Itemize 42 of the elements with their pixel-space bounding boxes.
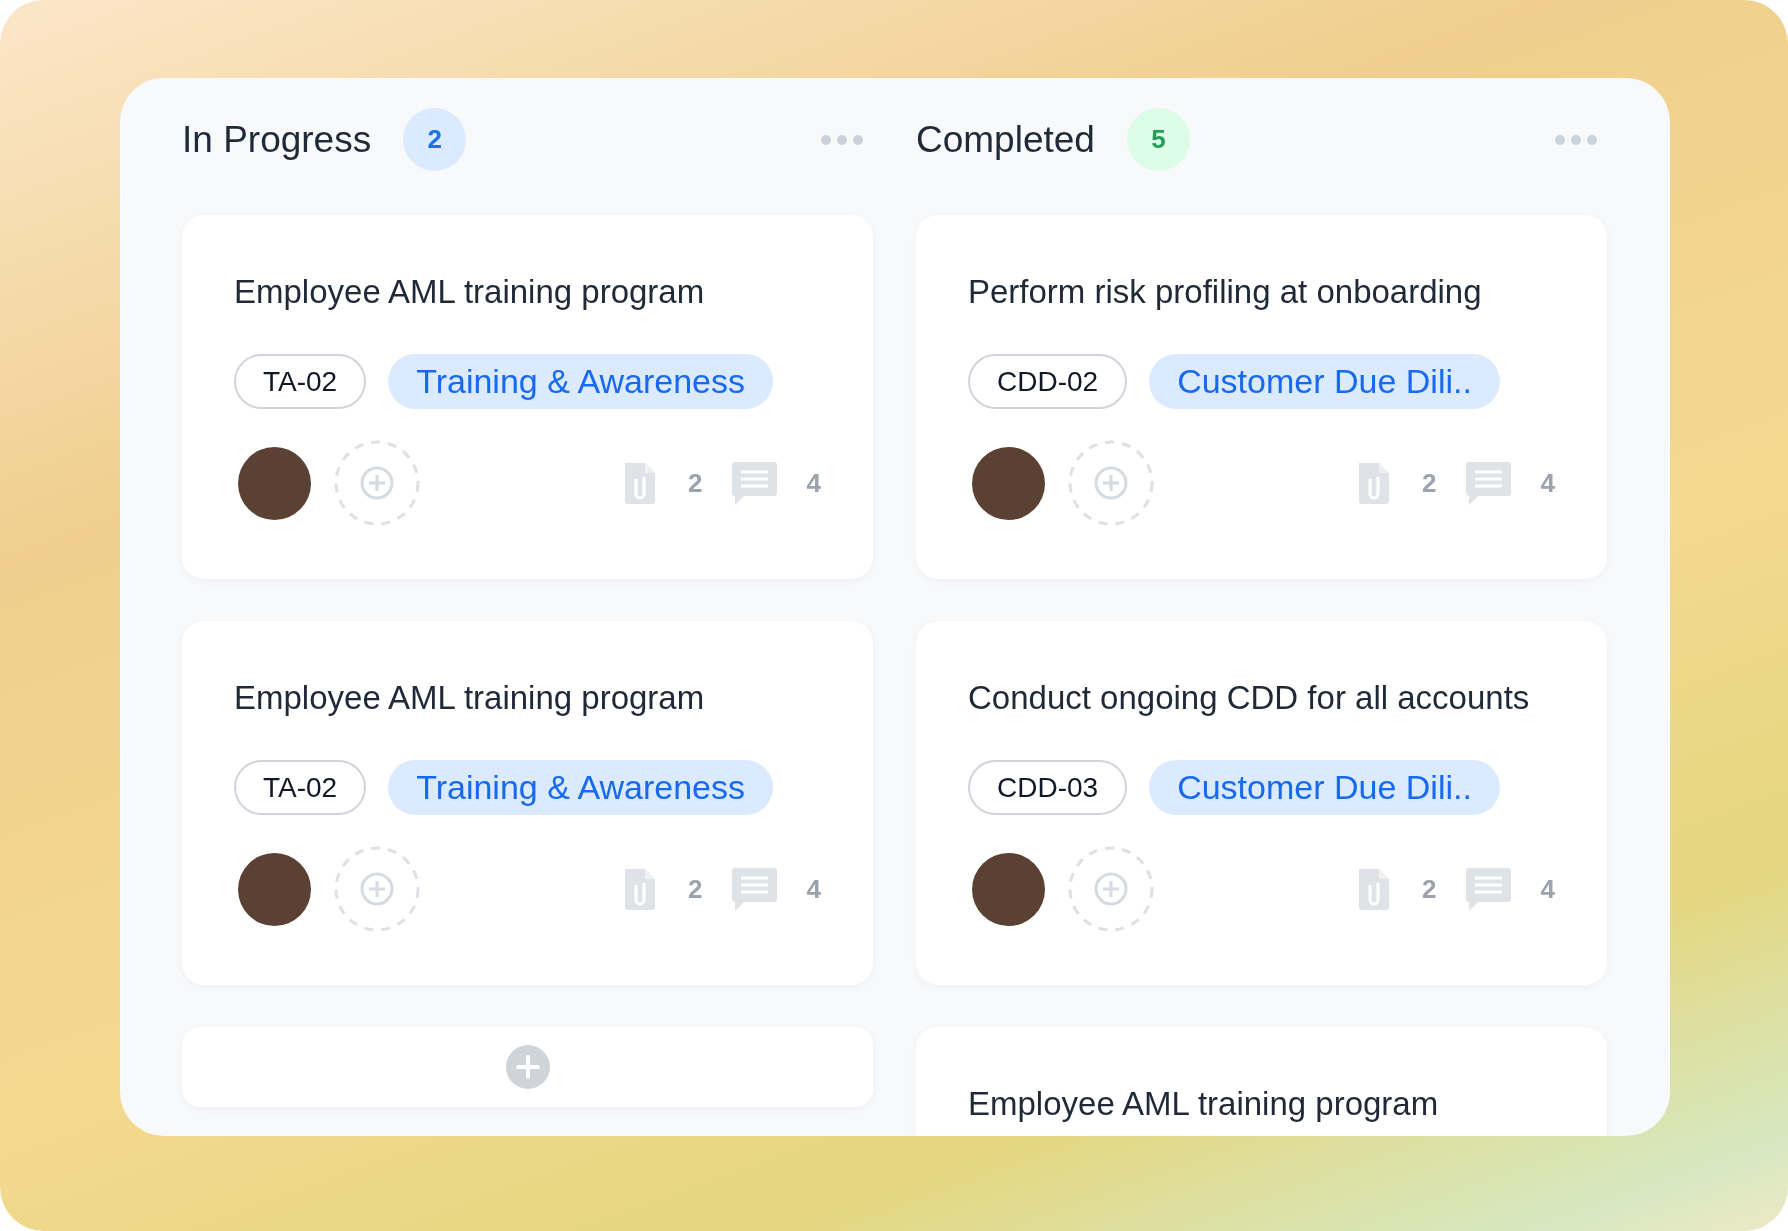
column-title: In Progress xyxy=(182,117,372,162)
code-tag: CDD-02 xyxy=(968,354,1128,409)
code-tag: CDD-03 xyxy=(968,760,1128,815)
column-title: Completed xyxy=(916,117,1095,162)
attachment-count: 2 xyxy=(688,466,703,500)
comment-icon xyxy=(1465,867,1511,911)
count-badge: 2 xyxy=(403,108,467,171)
add-assignee-icon[interactable] xyxy=(1067,845,1155,933)
add-assignee-icon[interactable] xyxy=(333,845,421,933)
category-tag: Training & Awareness xyxy=(388,354,773,409)
attachment-count: 2 xyxy=(688,872,703,906)
attachment-count: 2 xyxy=(1422,466,1437,500)
comment-count: 4 xyxy=(806,872,821,906)
plus-icon xyxy=(505,1045,550,1089)
add-assignee-icon[interactable] xyxy=(333,439,421,527)
attachment-count: 2 xyxy=(1422,872,1437,906)
more-icon[interactable] xyxy=(1555,133,1597,146)
category-tag: Customer Due Dili.. xyxy=(1149,354,1500,409)
code-tag: TA-02 xyxy=(234,760,367,815)
category-tag: Customer Due Dili.. xyxy=(1149,760,1500,815)
task-card[interactable]: Employee AML training program xyxy=(916,1027,1607,1136)
card-title: Employee AML training program xyxy=(968,1085,1440,1123)
task-card[interactable]: Conduct ongoing CDD for all accounts CDD-03 Customer Due Dili.. 2 4 xyxy=(916,621,1607,985)
add-card-button[interactable] xyxy=(182,1027,873,1107)
card-title: Employee AML training program xyxy=(234,273,706,311)
comment-icon xyxy=(1465,461,1511,505)
card-title: Employee AML training program xyxy=(234,679,706,717)
comment-icon xyxy=(731,867,777,911)
task-card[interactable]: Employee AML training program TA-02 Training & Awareness 2 4 xyxy=(182,621,873,985)
code-tag: TA-02 xyxy=(234,354,367,409)
comment-icon xyxy=(731,461,777,505)
comment-count: 4 xyxy=(1540,872,1555,906)
card-title: Conduct ongoing CDD for all accounts xyxy=(968,679,1531,717)
task-card[interactable]: Employee AML training program TA-02 Training & Awareness 2 4 xyxy=(182,215,873,579)
comment-count: 4 xyxy=(806,466,821,500)
add-assignee-icon[interactable] xyxy=(1067,439,1155,527)
task-card[interactable]: Perform risk profiling at onboarding CDD-02 Customer Due Dili.. 2 4 xyxy=(916,215,1607,579)
more-icon[interactable] xyxy=(821,133,863,146)
category-tag: Training & Awareness xyxy=(388,760,773,815)
comment-count: 4 xyxy=(1540,466,1555,500)
card-title: Perform risk profiling at onboarding xyxy=(968,273,1483,311)
count-badge: 5 xyxy=(1126,108,1190,171)
